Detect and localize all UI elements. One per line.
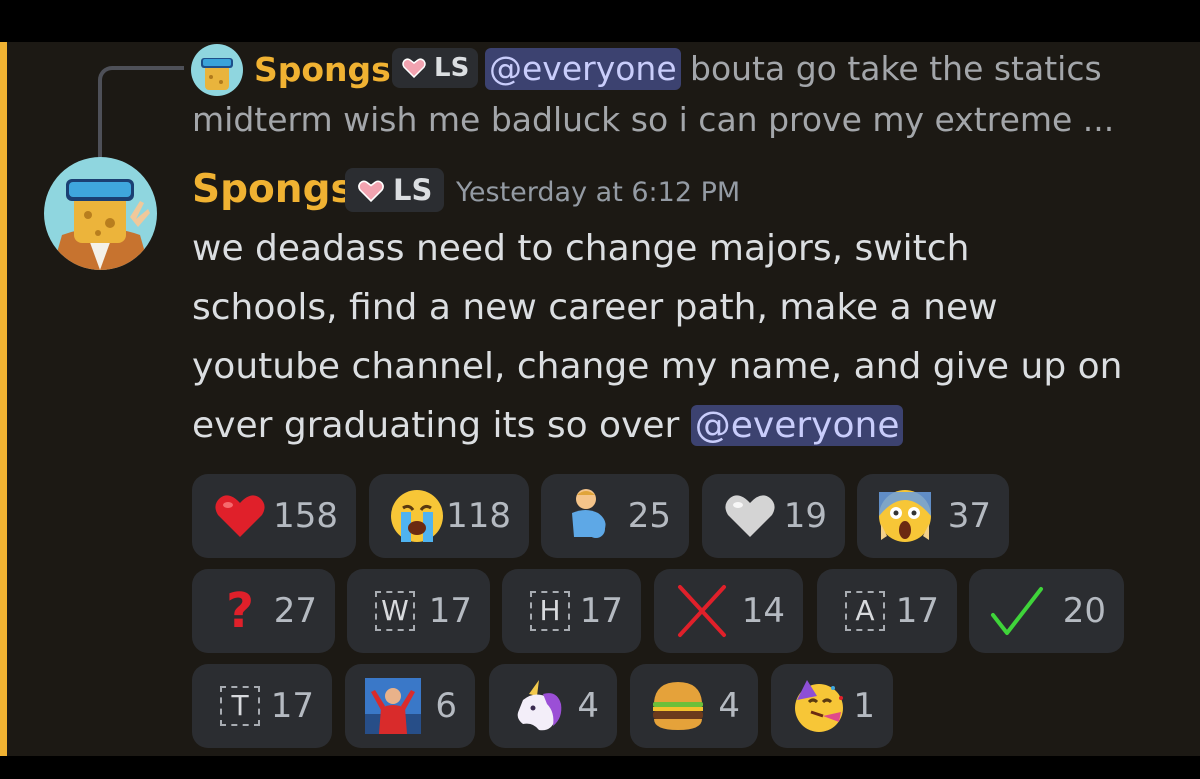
letter-w-icon: W [365,581,425,641]
check-mark-icon [987,581,1047,641]
reaction-count: 6 [435,686,457,726]
reaction-count: 17 [428,591,472,631]
message-container: Spongs LS @everyone bouta go take the st… [0,42,1200,756]
unicorn-icon [507,676,567,736]
reaction-partying-face[interactable]: 1 [771,664,893,748]
reaction-count: 17 [579,591,623,631]
message-line: youtube channel, change my name, and giv… [192,346,1123,387]
letter-w-glyph: W [375,591,415,631]
author-name[interactable]: Spongs [192,166,354,214]
reaction-check-mark[interactable]: 20 [969,569,1124,653]
reaction-count: 25 [627,496,671,536]
reaction-count: 19 [783,496,827,536]
message-mention[interactable]: @everyone [690,405,904,446]
reaction-count: 1 [853,686,875,726]
reaction-letter-w[interactable]: W 17 [347,569,490,653]
server-tag[interactable]: LS [345,168,444,212]
tag-label: LS [393,173,433,207]
reply-text[interactable]: bouta go take the statics [690,48,1102,90]
celebrating-man-icon [363,676,423,736]
mention-highlight-bar [0,42,7,756]
reply-text-line2[interactable]: midterm wish me badluck so i can prove m… [192,99,1114,141]
white-heart-icon [720,486,780,546]
reaction-count: 158 [273,496,338,536]
partying-face-icon [789,676,849,736]
reaction-letter-a[interactable]: A 17 [817,569,957,653]
face-screaming-icon [875,486,935,546]
red-heart-icon [210,486,270,546]
pixel-heart-icon [358,180,384,202]
reaction-face-screaming[interactable]: 37 [857,474,1009,558]
reaction-cross-mark[interactable]: 14 [654,569,803,653]
reaction-hamburger[interactable]: 4 [630,664,758,748]
letter-t-icon: T [210,676,270,736]
letter-h-icon: H [520,581,580,641]
reaction-question[interactable]: ? 27 [192,569,335,653]
message-line: we deadass need to change majors, switch [192,228,970,269]
message-timestamp[interactable]: Yesterday at 6:12 PM [456,175,740,211]
reaction-count: 14 [741,591,785,631]
message-line-text: ever graduating its so over [192,405,691,446]
reaction-unicorn[interactable]: 4 [489,664,617,748]
reaction-count: 27 [273,591,317,631]
hamburger-icon [648,676,708,736]
reaction-loudly-crying[interactable]: 118 [369,474,529,558]
reply-author-name[interactable]: Spongs [254,48,391,92]
reply-mention[interactable]: @everyone [485,48,681,90]
reaction-count: 17 [895,591,939,631]
reaction-pregnant-man[interactable]: 25 [541,474,689,558]
author-avatar[interactable] [44,157,157,270]
cross-mark-icon [672,581,732,641]
reaction-count: 20 [1062,591,1106,631]
reply-avatar[interactable] [191,44,243,96]
reaction-letter-t[interactable]: T 17 [192,664,332,748]
reaction-count: 118 [446,496,511,536]
reaction-count: 17 [270,686,314,726]
reaction-red-heart[interactable]: 158 [192,474,356,558]
reply-server-tag[interactable]: LS [392,48,478,88]
reaction-count: 37 [947,496,991,536]
reply-tag-label: LS [434,53,470,83]
pregnant-man-icon [559,486,619,546]
reaction-count: 4 [718,686,740,726]
letter-h-glyph: H [530,591,570,631]
question-mark-icon: ? [226,583,254,639]
loudly-crying-face-icon [387,486,447,546]
reaction-letter-h[interactable]: H 17 [502,569,641,653]
letter-a-icon: A [835,581,895,641]
letter-t-glyph: T [220,686,260,726]
reaction-count: 4 [577,686,599,726]
pixel-heart-icon [402,58,426,78]
message-line: schools, find a new career path, make a … [192,287,998,328]
reaction-celebrating-man[interactable]: 6 [345,664,475,748]
reaction-white-heart[interactable]: 19 [702,474,845,558]
letter-a-glyph: A [845,591,885,631]
message-line: ever graduating its so over @everyone [192,397,904,455]
